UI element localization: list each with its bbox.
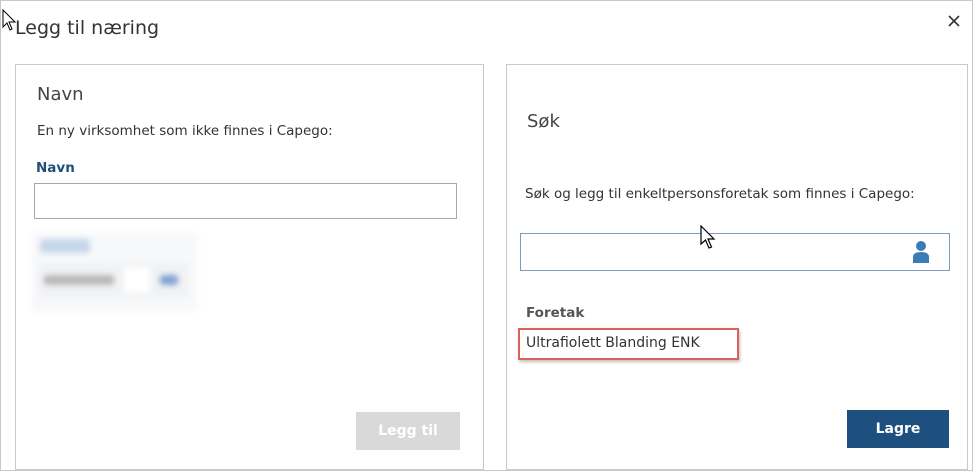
save-button[interactable]: Lagre (847, 410, 949, 448)
mouse-cursor-icon (700, 225, 716, 249)
blurred-field (32, 233, 197, 311)
add-business-dialog: Legg til næring Navn En ny virksomhet so… (0, 0, 973, 471)
dialog-title: Legg til næring (15, 17, 160, 39)
new-business-description: En ny virksomhet som ikke finnes i Capeg… (37, 123, 333, 139)
search-panel: Søk Søk og legg til enkeltpersonsforetak… (506, 64, 968, 470)
panel-heading-navn: Navn (37, 84, 84, 105)
name-label: Navn (36, 160, 75, 176)
mouse-cursor-icon (2, 9, 16, 31)
foretak-label: Foretak (526, 305, 585, 321)
person-icon[interactable] (911, 240, 931, 264)
foretak-item[interactable]: Ultrafiolett Blanding ENK (518, 328, 739, 360)
search-field[interactable] (520, 233, 950, 272)
search-description: Søk og legg til enkeltpersonsforetak som… (525, 186, 915, 202)
new-business-panel: Navn En ny virksomhet som ikke finnes i … (15, 64, 484, 470)
close-button[interactable] (944, 11, 964, 31)
add-button[interactable]: Legg til (356, 412, 460, 450)
name-input[interactable] (34, 183, 457, 219)
panel-heading-sok: Søk (527, 111, 560, 132)
close-icon (948, 15, 960, 27)
